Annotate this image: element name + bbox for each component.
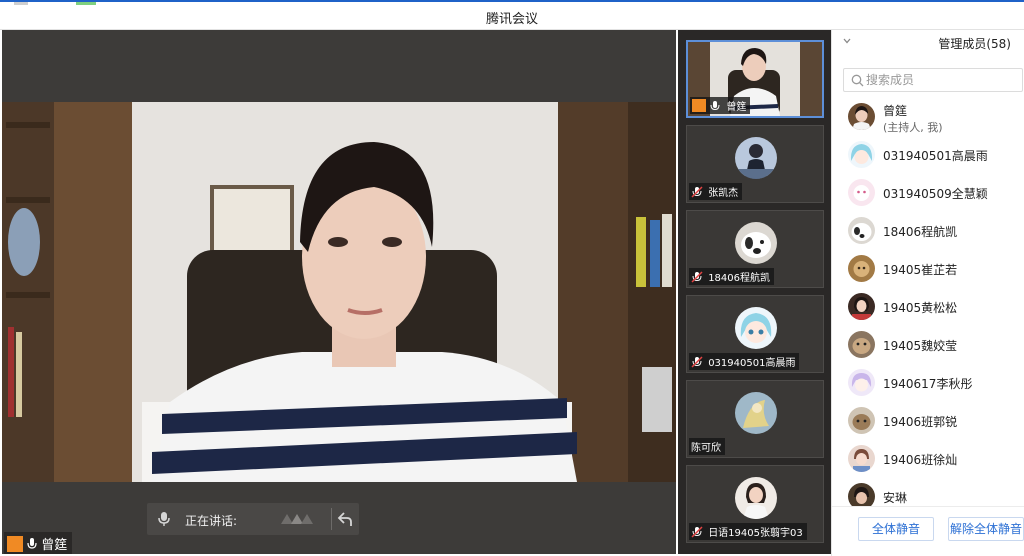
member-name: 19406班郭锐 — [883, 415, 958, 429]
video-thumbnail-strip: 曾筳 张凯杰 18406程航凯 031940501高晨雨 陈可欣 日语19405… — [678, 30, 831, 554]
main-video-stage[interactable]: 正在讲话: 曾筳 — [2, 30, 676, 554]
mic-muted-icon — [691, 271, 703, 283]
members-panel-title: 管理成员(58) — [938, 37, 1011, 51]
participant-name-tag: 张凯杰 — [689, 183, 743, 200]
avatar — [735, 392, 777, 434]
mic-icon — [27, 538, 37, 549]
back-arrow-icon[interactable] — [337, 510, 353, 528]
avatar — [848, 255, 875, 282]
participant-name-tag: 陈可欣 — [689, 438, 725, 455]
member-search[interactable] — [843, 68, 1023, 92]
member-item[interactable]: 19406班郭锐 — [832, 402, 1024, 440]
avatar — [735, 137, 777, 179]
unmute-all-button[interactable]: 解除全体静音 — [948, 517, 1024, 541]
avatar — [735, 222, 777, 264]
window-controls-icon — [14, 2, 96, 5]
avatar — [735, 477, 777, 519]
video-thumbnail[interactable]: 张凯杰 — [686, 125, 824, 203]
mute-all-button[interactable]: 全体静音 — [858, 517, 934, 541]
participant-name: 18406程航凯 — [708, 273, 770, 284]
member-item[interactable]: 031940509全慧颖 — [832, 174, 1024, 212]
participant-name: 张凯杰 — [708, 188, 739, 199]
speaker-avatars-icon — [281, 514, 313, 524]
video-thumbnail[interactable]: 日语19405张翦宇03 — [686, 465, 824, 543]
video-thumbnail[interactable]: 031940501高晨雨 — [686, 295, 824, 373]
participant-name: 曾筳 — [726, 102, 747, 113]
avatar — [848, 293, 875, 320]
participant-name-tag: 日语19405张翦宇03 — [689, 523, 807, 540]
participant-name: 日语19405张翦宇03 — [708, 528, 803, 539]
mic-icon[interactable] — [157, 511, 171, 527]
window-title: 腾讯会议 — [485, 12, 538, 27]
member-name: 曾筳 — [883, 104, 908, 118]
participant-name: 陈可欣 — [691, 443, 721, 454]
avatar — [848, 445, 875, 472]
participant-name-tag: 031940501高晨雨 — [689, 353, 800, 370]
participant-name-tag: 曾筳 — [690, 97, 751, 114]
avatar — [848, 103, 875, 130]
divider — [331, 508, 332, 530]
title-bar: 腾讯会议 — [0, 0, 1024, 30]
member-name: 031940501高晨雨 — [883, 149, 988, 163]
member-item[interactable]: 19405魏姣莹 — [832, 326, 1024, 364]
avatar — [848, 179, 875, 206]
camera-icon — [7, 536, 23, 552]
camera-icon — [692, 99, 706, 112]
video-thumbnail[interactable]: 陈可欣 — [686, 380, 824, 458]
member-name: 19405魏姣莹 — [883, 339, 958, 353]
member-name: 1940617李秋彤 — [883, 377, 973, 391]
search-icon — [851, 74, 864, 87]
video-thumbnail[interactable]: 18406程航凯 — [686, 210, 824, 288]
mic-muted-icon — [691, 186, 703, 198]
main-video-feed — [2, 102, 676, 482]
video-thumbnail[interactable]: 曾筳 — [686, 40, 824, 118]
member-role: (主持人, 我) — [883, 121, 943, 134]
members-panel: 管理成员(58) 曾筳 (主持人, 我) 031940501高晨雨 031940… — [831, 30, 1024, 556]
main-speaker-name: 曾筳 — [41, 538, 68, 553]
avatar — [848, 141, 875, 168]
members-panel-footer: 全体静音 解除全体静音 — [832, 506, 1024, 556]
participant-name: 031940501高晨雨 — [708, 358, 796, 369]
member-item[interactable]: 19405黄松松 — [832, 288, 1024, 326]
speaking-label: 正在讲话: — [185, 514, 238, 528]
member-item[interactable]: 19405崔芷若 — [832, 250, 1024, 288]
member-item[interactable]: 031940501高晨雨 — [832, 136, 1024, 174]
member-item[interactable]: 1940617李秋彤 — [832, 364, 1024, 402]
chevron-down-icon[interactable] — [842, 36, 852, 46]
member-item[interactable]: 19406班徐灿 — [832, 440, 1024, 478]
active-speaker-bar: 正在讲话: — [147, 503, 359, 535]
participant-name-tag: 18406程航凯 — [689, 268, 774, 285]
avatar — [848, 331, 875, 358]
member-name: 19405崔芷若 — [883, 263, 958, 277]
member-name: 031940509全慧颖 — [883, 187, 988, 201]
member-name: 19405黄松松 — [883, 301, 958, 315]
mic-muted-icon — [691, 356, 703, 368]
members-panel-header: 管理成员(58) — [832, 30, 1024, 56]
mic-muted-icon — [691, 526, 703, 538]
main-video-name-tag: 曾筳 — [4, 532, 73, 554]
member-item-host[interactable]: 曾筳 (主持人, 我) — [832, 98, 1024, 136]
mic-icon — [710, 101, 720, 111]
member-item[interactable]: 18406程航凯 — [832, 212, 1024, 250]
avatar — [848, 407, 875, 434]
member-name: 安琳 — [883, 491, 908, 505]
member-name: 18406程航凯 — [883, 225, 958, 239]
avatar — [848, 217, 875, 244]
member-name: 19406班徐灿 — [883, 453, 958, 467]
avatar — [848, 369, 875, 396]
avatar — [735, 307, 777, 349]
search-input[interactable] — [866, 71, 1016, 89]
